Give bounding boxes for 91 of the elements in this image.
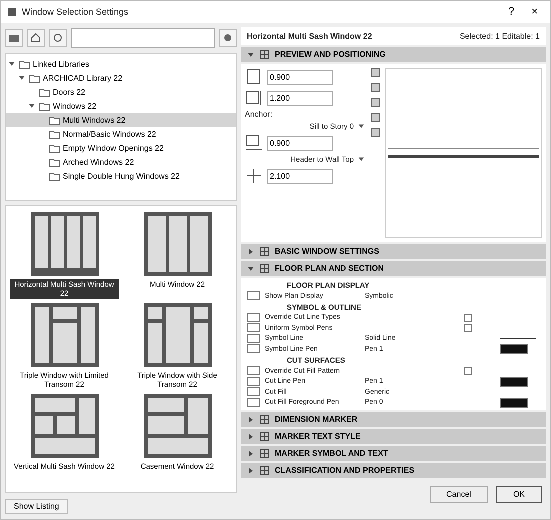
expand-icon bbox=[247, 248, 255, 256]
home-icon bbox=[31, 33, 41, 43]
header-field[interactable]: 2.100 bbox=[267, 168, 333, 184]
window-thumbnail-icon bbox=[144, 394, 212, 458]
folder-icon bbox=[49, 130, 60, 138]
tree-item[interactable]: Multi Windows 22 bbox=[6, 113, 236, 127]
sill-field[interactable]: 0.900 bbox=[267, 136, 333, 150]
row-icon bbox=[247, 366, 261, 376]
section-header[interactable]: CLASSIFICATION AND PROPERTIES bbox=[241, 463, 546, 478]
section-header[interactable]: MARKER SYMBOL AND TEXT bbox=[241, 446, 546, 461]
expand-icon bbox=[247, 416, 255, 424]
checkbox[interactable] bbox=[464, 314, 472, 322]
expand-icon bbox=[247, 466, 255, 474]
anchor-label: Anchor: bbox=[245, 110, 274, 119]
view-toggle-button[interactable]: Show Listing bbox=[5, 498, 68, 514]
section-icon bbox=[260, 448, 270, 458]
window-thumbnail-icon bbox=[30, 394, 98, 458]
dialog-button[interactable]: OK bbox=[496, 486, 542, 503]
library-button[interactable] bbox=[5, 29, 23, 47]
section-header[interactable]: BASIC WINDOW SETTINGS bbox=[241, 244, 546, 259]
window-title: Window Selection Settings bbox=[22, 7, 130, 17]
section-header[interactable]: PREVIEW AND POSITIONING bbox=[241, 47, 546, 62]
width-icon bbox=[245, 68, 263, 86]
tree-item[interactable]: ARCHICAD Library 22 bbox=[6, 71, 236, 85]
window-thumbnail-icon bbox=[30, 303, 98, 367]
section-icon bbox=[260, 414, 270, 424]
width-field[interactable]: 0.900 bbox=[267, 70, 333, 84]
tree-item[interactable]: Windows 22 bbox=[6, 99, 236, 113]
section-header[interactable]: DIMENSION MARKER bbox=[241, 412, 546, 427]
folder-icon bbox=[29, 74, 40, 82]
settings-icon bbox=[223, 33, 233, 43]
row-icon bbox=[247, 291, 261, 302]
app-icon bbox=[7, 7, 17, 17]
refresh-button[interactable] bbox=[49, 29, 67, 47]
search-field[interactable] bbox=[71, 28, 215, 48]
section-header[interactable]: MARKER TEXT STYLE bbox=[241, 429, 546, 444]
expand-icon bbox=[247, 432, 255, 440]
folder-icon bbox=[39, 88, 50, 96]
section-icon bbox=[260, 264, 270, 274]
pen-swatch[interactable] bbox=[500, 398, 528, 408]
section-icon bbox=[260, 432, 270, 442]
folder-icon bbox=[49, 144, 60, 152]
window-thumbnail-icon bbox=[144, 212, 212, 276]
close-button[interactable]: × bbox=[526, 6, 544, 18]
selection-info: Selected: 1 Editable: 1 bbox=[460, 32, 540, 40]
expand-icon bbox=[247, 450, 255, 458]
folder-icon bbox=[49, 172, 60, 180]
row-icon bbox=[247, 323, 261, 334]
tree-item[interactable]: Single Double Hung Windows 22 bbox=[6, 169, 236, 183]
home-button[interactable] bbox=[27, 29, 45, 47]
window-thumbnail-icon bbox=[144, 303, 212, 367]
object-name: Horizontal Multi Sash Window 22 bbox=[247, 32, 372, 40]
caret-icon bbox=[358, 156, 365, 163]
dialog-button[interactable]: Cancel bbox=[430, 486, 488, 503]
height-icon bbox=[245, 89, 263, 107]
tree-item[interactable]: Empty Window Openings 22 bbox=[6, 141, 236, 155]
height-field[interactable]: 1.200 bbox=[267, 90, 333, 106]
collapse-icon[interactable] bbox=[28, 102, 36, 110]
caret-icon bbox=[358, 123, 365, 130]
refresh-icon bbox=[53, 33, 63, 43]
tree-item[interactable]: Arched Windows 22 bbox=[6, 155, 236, 169]
folder-icon bbox=[8, 33, 20, 43]
pen-swatch[interactable] bbox=[500, 344, 528, 354]
checkbox[interactable] bbox=[464, 324, 472, 332]
tree-item[interactable]: Linked Libraries bbox=[6, 57, 236, 71]
settings-button[interactable] bbox=[219, 29, 237, 47]
folder-icon bbox=[49, 158, 60, 166]
header-height-icon bbox=[245, 167, 263, 185]
window-thumbnail-icon bbox=[30, 212, 98, 276]
tree-item[interactable]: Normal/Basic Windows 22 bbox=[6, 127, 236, 141]
sill-height-icon bbox=[245, 134, 263, 152]
section-icon bbox=[260, 50, 270, 60]
row-icon bbox=[247, 312, 261, 323]
collapse-icon bbox=[247, 50, 255, 58]
tree-item[interactable]: Doors 22 bbox=[6, 85, 236, 99]
section-icon bbox=[260, 466, 270, 476]
row-icon bbox=[247, 344, 261, 354]
folder-icon bbox=[19, 60, 30, 68]
row-icon bbox=[247, 398, 261, 408]
section-icon bbox=[260, 246, 270, 256]
folder-icon bbox=[49, 116, 60, 124]
row-icon bbox=[247, 376, 261, 387]
row-icon bbox=[247, 334, 261, 344]
help-button[interactable]: ? bbox=[502, 6, 521, 18]
checkbox[interactable] bbox=[464, 367, 472, 376]
folder-icon bbox=[39, 102, 50, 110]
pen-swatch[interactable] bbox=[500, 376, 528, 387]
collapse-icon bbox=[247, 264, 255, 272]
section-header[interactable]: FLOOR PLAN AND SECTION bbox=[241, 261, 546, 276]
line-sample bbox=[500, 338, 536, 340]
row-icon bbox=[247, 387, 261, 398]
